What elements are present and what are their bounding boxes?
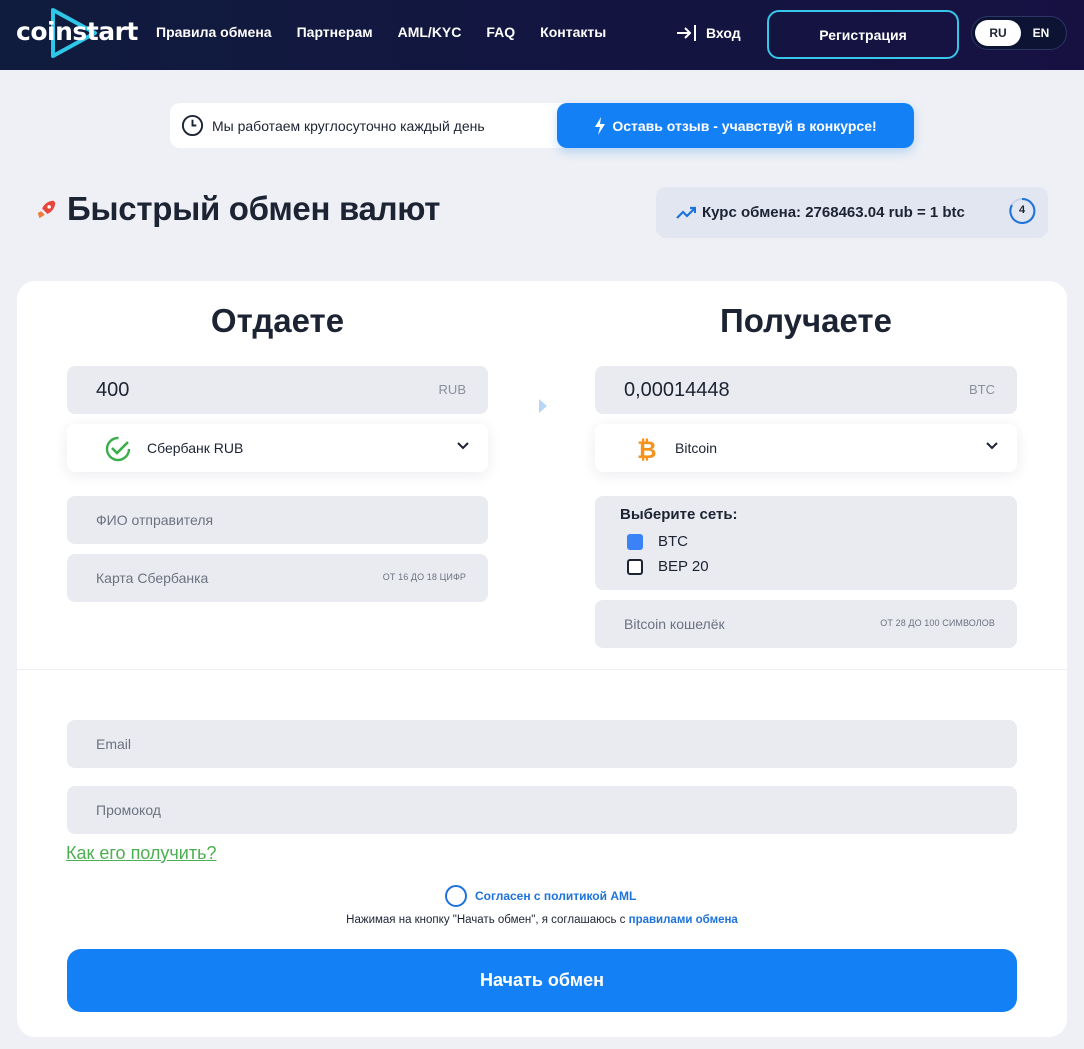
page-title: Быстрый обмен валют — [67, 190, 441, 227]
chevron-down-icon — [986, 442, 998, 450]
aml-label: Согласен с политикой AML — [475, 889, 637, 903]
checkbox-checked[interactable] — [627, 533, 643, 550]
network-title: Выберите сеть: — [620, 506, 738, 523]
site-header: coinstart Правила обмена Партнерам AML/K… — [0, 0, 1084, 70]
give-amount-field: RUB — [67, 366, 488, 414]
review-contest-button[interactable]: Оставь отзыв - учавствуй в конкурсе! — [557, 103, 914, 148]
sender-name-field — [67, 496, 488, 544]
nav-partners[interactable]: Партнерам — [297, 24, 373, 40]
promo-input[interactable] — [67, 786, 1017, 834]
trend-up-icon — [676, 206, 696, 219]
agreement-note: Нажимая на кнопку "Начать обмен", я согл… — [17, 914, 1067, 926]
timer-value: 4 — [1018, 204, 1026, 216]
start-exchange-button[interactable]: Начать обмен — [67, 949, 1017, 1012]
give-currency: RUB — [438, 382, 466, 397]
nav-aml-kyc[interactable]: AML/KYC — [398, 24, 462, 40]
bitcoin-icon: ₿ — [637, 436, 657, 462]
promo-how-to-get-link[interactable]: Как его получить? — [66, 843, 217, 864]
logo-text: coinstart — [16, 17, 138, 46]
main-nav: Правила обмена Партнерам AML/KYC FAQ Кон… — [156, 24, 631, 40]
divider — [17, 669, 1067, 670]
aml-radio[interactable] — [445, 885, 467, 907]
nav-contacts[interactable]: Контакты — [540, 24, 606, 40]
wallet-field: ОТ 28 ДО 100 СИМВОЛОВ — [595, 600, 1017, 648]
sender-name-input[interactable] — [67, 496, 488, 544]
give-title: Отдаете — [210, 302, 345, 339]
get-currency: BTC — [969, 382, 995, 397]
page-heading: Быстрый обмен валют — [36, 190, 440, 228]
give-method-select[interactable]: Сбербанк RUB — [67, 424, 488, 472]
network-selector: Выберите сеть: BTC BEP 20 — [595, 496, 1017, 590]
get-method-select[interactable]: ₿ Bitcoin — [595, 424, 1017, 472]
rocket-icon — [37, 200, 56, 218]
chevron-down-icon — [457, 442, 469, 450]
card-number-field: ОТ 16 ДО 18 ЦИФР — [67, 554, 488, 602]
login-label: Вход — [706, 25, 741, 41]
get-amount-input[interactable] — [595, 366, 1017, 414]
network-option-bep20[interactable]: BEP 20 — [627, 558, 709, 575]
wallet-hint: ОТ 28 ДО 100 СИМВОЛОВ — [880, 618, 995, 628]
checkbox-unchecked[interactable] — [627, 558, 643, 575]
lang-ru[interactable]: RU — [975, 20, 1021, 46]
lightning-icon — [595, 116, 606, 135]
exchange-rules-link[interactable]: правилами обмена — [629, 914, 738, 926]
aml-consent[interactable]: Согласен с политикой AML — [445, 885, 636, 907]
working-hours-text: Мы работаем круглосуточно каждый день — [212, 117, 485, 134]
network-option-btc[interactable]: BTC — [627, 533, 688, 550]
rate-refresh-timer: 4 — [1008, 197, 1036, 225]
nav-faq[interactable]: FAQ — [486, 24, 515, 40]
clock-icon — [181, 114, 204, 137]
exchange-rate: Курс обмена: 2768463.04 rub = 1 btc — [676, 204, 965, 221]
login-arrow-icon — [677, 25, 696, 41]
exchange-rate-box: Курс обмена: 2768463.04 rub = 1 btc 4 — [656, 187, 1048, 238]
network-option-label: BEP 20 — [658, 558, 709, 575]
sberbank-logo-icon — [105, 436, 131, 462]
email-input[interactable] — [67, 720, 1017, 768]
give-method-label: Сбербанк RUB — [147, 440, 244, 456]
promo-field — [67, 786, 1017, 834]
card-number-hint: ОТ 16 ДО 18 ЦИФР — [382, 572, 466, 582]
nav-exchange-rules[interactable]: Правила обмена — [156, 24, 272, 40]
get-method-label: Bitcoin — [675, 440, 718, 456]
agreement-text: Нажимая на кнопку "Начать обмен", я согл… — [346, 914, 629, 926]
get-title: Получаете — [720, 302, 892, 339]
direction-arrow-icon — [539, 399, 547, 413]
give-amount-input[interactable] — [67, 366, 488, 414]
logo[interactable]: coinstart — [16, 6, 138, 60]
get-amount-field: BTC — [595, 366, 1017, 414]
exchange-rate-text: Курс обмена: 2768463.04 rub = 1 btc — [702, 204, 965, 221]
exchange-form: Отдаете Получаете RUB BTC Сбербанк RUB ₿… — [17, 281, 1067, 1037]
lang-en[interactable]: EN — [1018, 20, 1064, 46]
working-hours: Мы работаем круглосуточно каждый день — [181, 114, 485, 137]
language-switch: RU EN — [971, 16, 1067, 50]
svg-text:₿: ₿ — [637, 436, 657, 462]
network-option-label: BTC — [658, 533, 688, 550]
email-field — [67, 720, 1017, 768]
review-contest-label: Оставь отзыв - учавствуй в конкурсе! — [612, 117, 877, 134]
login-button[interactable]: Вход — [676, 24, 741, 42]
info-banner: Мы работаем круглосуточно каждый день Ос… — [170, 103, 914, 148]
register-button[interactable]: Регистрация — [767, 10, 959, 59]
